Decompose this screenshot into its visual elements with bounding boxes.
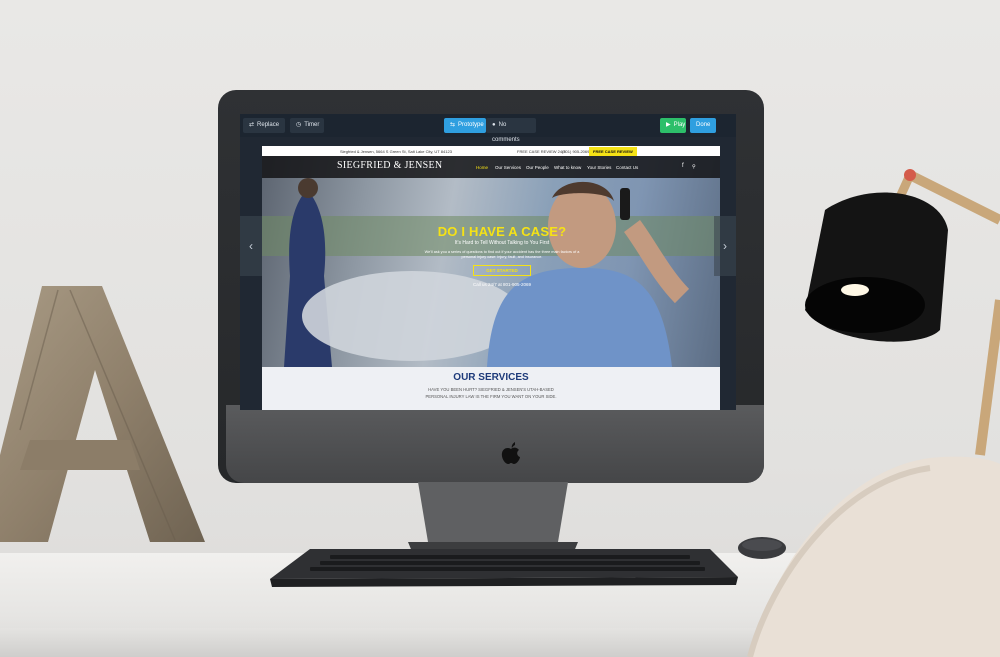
comments-tab[interactable]: ● No comments <box>486 118 536 143</box>
hero-subtitle: It's Hard to Tell Without Talking to You… <box>454 240 550 246</box>
timer-button[interactable]: ◷ Timer <box>290 118 324 133</box>
website-preview: Siegfried & Jensen, 5664 S Green St, Sal… <box>262 146 720 410</box>
phone-label: FREE CASE REVIEW 24/7 <box>517 149 566 154</box>
wooden-letter-a <box>0 286 205 542</box>
facebook-icon[interactable]: f <box>682 163 684 169</box>
nav-our-services[interactable]: Our Services <box>495 165 521 170</box>
site-navbar: SIEGFRIED & JENSEN Home Our Services Our… <box>262 156 720 178</box>
services-line-2: PERSONAL INJURY LAW IS THE FIRM YOU WANT… <box>425 394 557 399</box>
services-title: OUR SERVICES <box>453 372 529 383</box>
nav-your-stories[interactable]: Your Stories <box>587 165 611 170</box>
services-section: OUR SERVICES HAVE YOU BEEN HURT? SIEGFRI… <box>262 367 720 410</box>
timer-icon: ◷ <box>296 122 302 128</box>
hero-body: We'll ask you a series of questions to f… <box>424 250 580 259</box>
nav-what-to-know[interactable]: What to know <box>554 165 581 170</box>
prototype-tab[interactable]: ⇆ Prototype <box>444 118 486 133</box>
play-button[interactable]: ▶ Play <box>660 118 686 133</box>
monitor-stand <box>408 482 578 554</box>
screen: ⇄ Replace ◷ Timer ⇆ Prototype ● No comments … <box>240 114 736 410</box>
nav-contact-us[interactable]: Contact Us <box>616 165 638 170</box>
site-logo[interactable]: SIEGFRIED & JENSEN <box>337 160 442 171</box>
nav-home[interactable]: Home <box>476 165 488 170</box>
hero-content: DO I HAVE A CASE? It's Hard to Tell With… <box>412 224 592 287</box>
hero-title: DO I HAVE A CASE? <box>437 224 567 239</box>
editor-toolbar: ⇄ Replace ◷ Timer ⇆ Prototype ● No comments … <box>240 114 736 143</box>
comment-icon: ● <box>492 122 496 128</box>
hero-call: Call us 24/7 at 801-905-2069 <box>472 282 532 288</box>
play-icon: ▶ <box>666 122 671 128</box>
prototype-icon: ⇆ <box>450 122 456 128</box>
done-button[interactable]: Done <box>690 118 716 133</box>
replace-button[interactable]: ⇄ Replace <box>243 118 285 133</box>
free-case-review-button[interactable]: FREE CASE REVIEW <box>589 147 637 156</box>
mouse <box>738 537 786 559</box>
monitor-chin <box>226 405 764 483</box>
nav-our-people[interactable]: Our People <box>526 165 549 170</box>
site-top-bar: Siegfried & Jensen, 5664 S Green St, Sal… <box>262 146 720 156</box>
keyboard <box>270 549 738 587</box>
desk-lamp <box>805 169 1000 456</box>
hero-section: SIEGFRIED & JENSEN Home Our Services Our… <box>262 156 720 367</box>
site-address: Siegfried & Jensen, 5664 S Green St, Sal… <box>340 149 452 154</box>
apple-logo-icon <box>501 442 520 464</box>
phone-number[interactable]: (801) 905-2069 <box>562 149 589 154</box>
previous-screen-arrow-icon[interactable]: ‹ <box>240 216 262 276</box>
get-started-button[interactable]: GET STARTED <box>473 265 531 277</box>
services-line-1: HAVE YOU BEEN HURT? SIEGFRIED & JENSEN'S… <box>428 387 554 392</box>
next-screen-arrow-icon[interactable]: › <box>714 216 736 276</box>
replace-icon: ⇄ <box>249 122 255 128</box>
search-icon[interactable]: ⚲ <box>692 164 696 170</box>
